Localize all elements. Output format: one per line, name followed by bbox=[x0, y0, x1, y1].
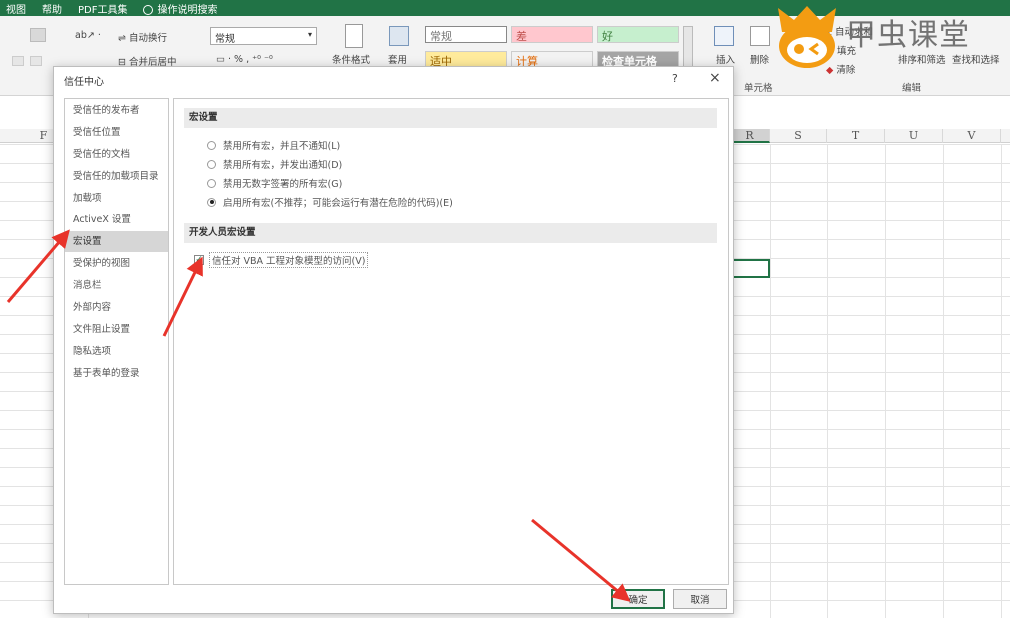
dialog-title: 信任中心 bbox=[64, 77, 104, 88]
lightbulb-icon bbox=[143, 4, 154, 15]
wrap-text-label: 自动换行 bbox=[128, 33, 167, 44]
format-table-label[interactable]: 套用 bbox=[388, 52, 407, 66]
macro-option-enable-all[interactable]: 启用所有宏(不推荐；可能会运行有潜在危险的代码)(E) bbox=[207, 194, 453, 210]
number-format-value: 常规 bbox=[215, 34, 235, 45]
style-good[interactable]: 好 bbox=[597, 26, 679, 43]
conditional-format-icon[interactable] bbox=[345, 24, 363, 48]
macro-option-disable-no-notify[interactable]: 禁用所有宏，并且不通知(L) bbox=[207, 137, 340, 153]
developer-macro-heading: 开发人员宏设置 bbox=[184, 223, 717, 243]
column-header-t[interactable]: T bbox=[827, 129, 885, 143]
grid-divider bbox=[770, 144, 771, 618]
nav-protected-view[interactable]: 受保护的视图 bbox=[65, 253, 168, 274]
percent-label: % bbox=[234, 54, 244, 65]
nav-trusted-addin-catalogs[interactable]: 受信任的加载项目录 bbox=[65, 166, 168, 187]
tab-help[interactable]: 帮助 bbox=[42, 1, 62, 16]
nav-message-bar[interactable]: 消息栏 bbox=[65, 275, 168, 296]
tab-view[interactable]: 视图 bbox=[6, 1, 26, 16]
trust-center-dialog: 信任中心 ? × 受信任的发布者 受信任位置 受信任的文档 受信任的加载项目录 … bbox=[53, 66, 734, 614]
find-select-button[interactable]: 查找和选择 bbox=[952, 52, 1000, 66]
style-bad[interactable]: 差 bbox=[511, 26, 593, 43]
radio-button-selected[interactable] bbox=[207, 197, 216, 207]
tell-me-search[interactable]: 操作说明搜索 bbox=[143, 1, 217, 16]
style-normal[interactable]: 常规 bbox=[425, 26, 507, 43]
macro-option-label: 禁用所有宏，并发出通知(D) bbox=[223, 160, 343, 171]
grid-divider bbox=[1001, 144, 1002, 618]
watermark-text: 甲虫课堂 bbox=[846, 18, 970, 53]
column-header-v[interactable]: V bbox=[943, 129, 1001, 143]
nav-external-content[interactable]: 外部内容 bbox=[65, 297, 168, 318]
wrap-text-button[interactable]: ⇌ 自动换行 bbox=[118, 30, 167, 44]
nav-activex-settings[interactable]: ActiveX 设置 bbox=[65, 209, 168, 230]
delete-cells-icon[interactable] bbox=[750, 26, 770, 46]
nav-privacy-options[interactable]: 隐私选项 bbox=[65, 341, 168, 362]
edit-group-label: 编辑 bbox=[902, 83, 922, 94]
sort-filter-button[interactable]: 排序和筛选 bbox=[898, 52, 946, 66]
ok-button[interactable]: 确定 bbox=[611, 589, 665, 609]
grid-divider bbox=[943, 144, 944, 618]
align-center-icon[interactable] bbox=[30, 56, 42, 66]
nav-trusted-locations[interactable]: 受信任位置 bbox=[65, 122, 168, 143]
macro-settings-panel: 宏设置 禁用所有宏，并且不通知(L) 禁用所有宏，并发出通知(D) 禁用无数字签… bbox=[173, 98, 729, 585]
trust-center-nav: 受信任的发布者 受信任位置 受信任的文档 受信任的加载项目录 加载项 Activ… bbox=[64, 98, 169, 585]
insert-cells-icon[interactable] bbox=[714, 26, 734, 46]
macro-option-disable-unsigned[interactable]: 禁用无数字签署的所有宏(G) bbox=[207, 175, 342, 191]
insert-label[interactable]: 插入 bbox=[716, 52, 735, 66]
tab-pdf-tools[interactable]: PDF工具集 bbox=[78, 1, 127, 16]
radio-button[interactable] bbox=[207, 178, 216, 188]
grid-divider bbox=[885, 144, 886, 618]
nav-trusted-documents[interactable]: 受信任的文档 bbox=[65, 144, 168, 165]
chevron-down-icon: ▾ bbox=[307, 30, 312, 39]
conditional-format-label[interactable]: 条件格式 bbox=[332, 52, 370, 66]
trust-vba-label: 信任对 VBA 工程对象模型的访问(V) bbox=[209, 252, 369, 268]
nav-trusted-publishers[interactable]: 受信任的发布者 bbox=[65, 100, 168, 121]
column-header-s[interactable]: S bbox=[770, 129, 827, 143]
close-button[interactable]: × bbox=[709, 70, 721, 86]
column-header-r[interactable]: R bbox=[730, 129, 770, 143]
cells-group-label: 单元格 bbox=[744, 83, 773, 94]
nav-file-block-settings[interactable]: 文件阻止设置 bbox=[65, 319, 168, 340]
nav-form-based-signin[interactable]: 基于表单的登录 bbox=[65, 363, 168, 384]
help-button[interactable]: ? bbox=[672, 72, 678, 85]
macro-option-label: 启用所有宏(不推荐；可能会运行有潜在危险的代码)(E) bbox=[223, 198, 453, 209]
radio-button[interactable] bbox=[207, 140, 216, 150]
nav-macro-settings[interactable]: 宏设置 bbox=[65, 231, 168, 252]
macro-option-disable-notify[interactable]: 禁用所有宏，并发出通知(D) bbox=[207, 156, 342, 172]
number-format-select[interactable]: 常规 ▾ bbox=[210, 27, 317, 45]
grid-divider bbox=[827, 144, 828, 618]
watermark-logo bbox=[778, 6, 836, 68]
nav-addins[interactable]: 加载项 bbox=[65, 188, 168, 209]
format-table-icon[interactable] bbox=[389, 26, 409, 46]
orientation-icon[interactable]: ab↗ · bbox=[75, 30, 101, 41]
cancel-button[interactable]: 取消 bbox=[673, 589, 727, 609]
column-header-u[interactable]: U bbox=[885, 129, 943, 143]
macro-option-label: 禁用所有宏，并且不通知(L) bbox=[223, 141, 341, 152]
macro-settings-heading: 宏设置 bbox=[184, 108, 717, 128]
radio-button[interactable] bbox=[207, 159, 216, 169]
trust-vba-access-option[interactable]: ✓ 信任对 VBA 工程对象模型的访问(V) bbox=[194, 252, 369, 268]
macro-option-label: 禁用无数字签署的所有宏(G) bbox=[223, 179, 343, 190]
percent-button[interactable]: ▭ · % , ⁺⁰ ⁻⁰ bbox=[216, 54, 273, 65]
styles-more-icon[interactable] bbox=[683, 26, 693, 68]
tell-me-label: 操作说明搜索 bbox=[157, 4, 218, 16]
selected-cell[interactable] bbox=[730, 259, 770, 278]
align-icon[interactable] bbox=[30, 28, 46, 42]
align-left-icon[interactable] bbox=[12, 56, 24, 66]
trust-vba-checkbox[interactable]: ✓ bbox=[194, 255, 204, 265]
wrap-text-icon: ⇌ bbox=[118, 33, 129, 44]
delete-label[interactable]: 删除 bbox=[750, 52, 769, 66]
